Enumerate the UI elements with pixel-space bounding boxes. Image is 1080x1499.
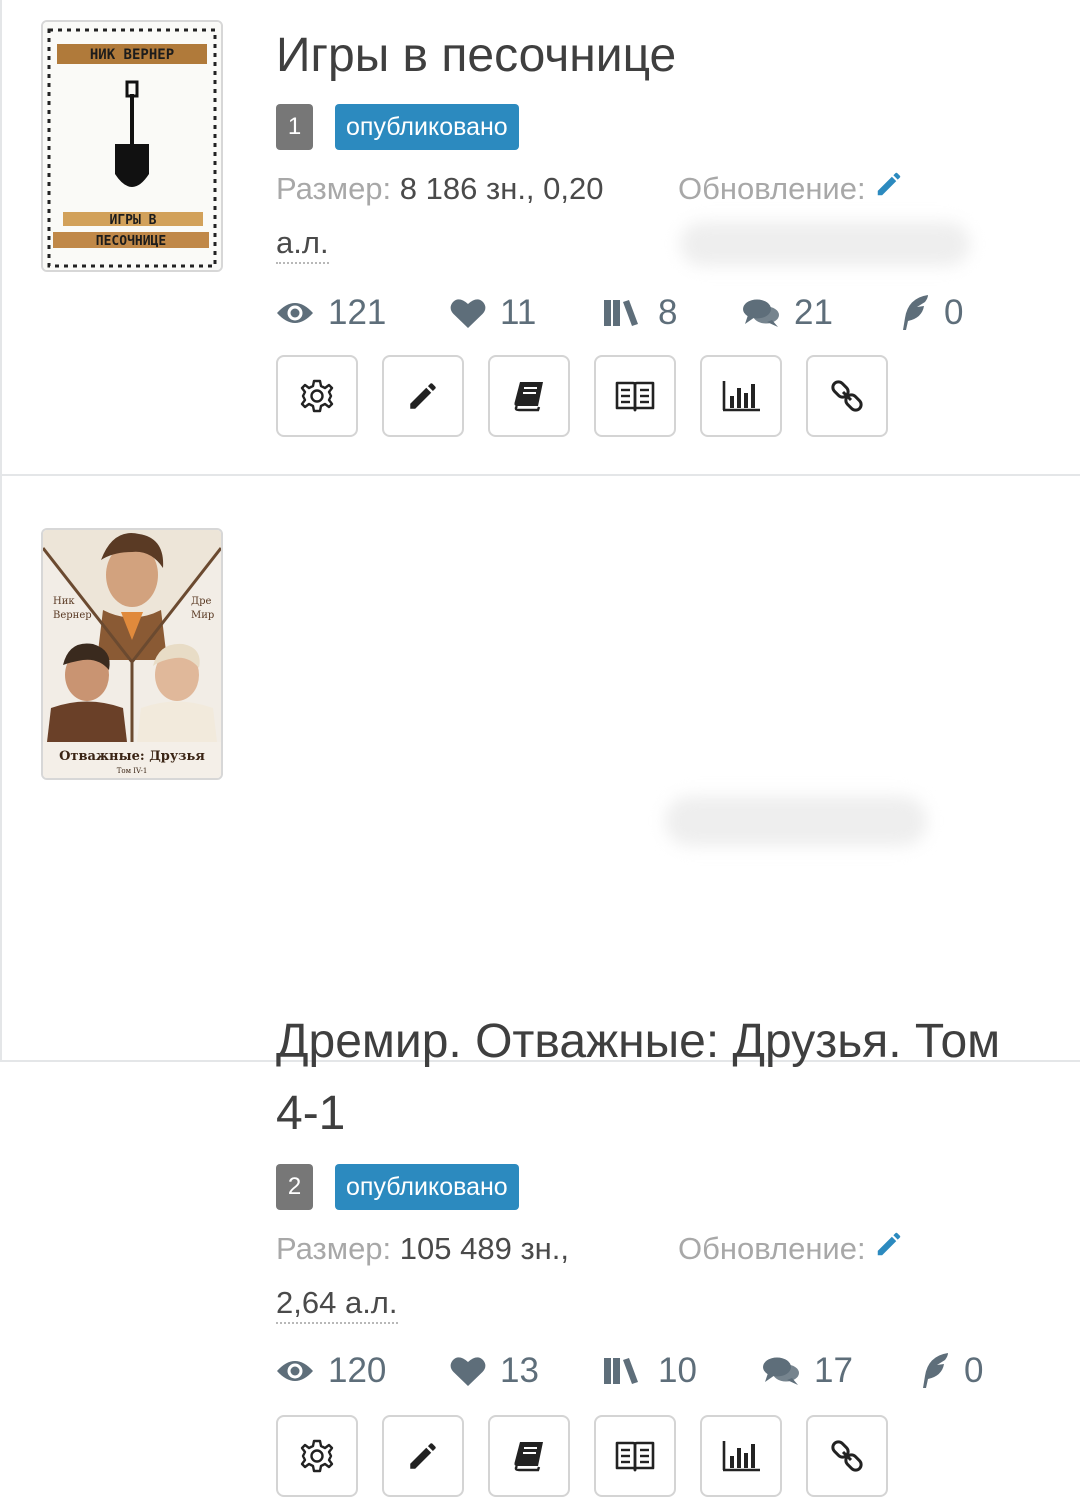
update-label: Обновление: [678, 1231, 866, 1266]
views-count: 120 [328, 1351, 387, 1390]
heart-icon [450, 299, 486, 328]
cover-image-sandbox: НИК ВЕРНЕР ИГРЫ В ПЕСОЧНИЦЕ [43, 22, 221, 270]
link-icon [831, 1440, 863, 1472]
book-icon [514, 382, 543, 412]
views-stat: 120 [276, 1341, 386, 1401]
rewards-stat: 0 [898, 283, 963, 343]
svg-text:Том IV-1: Том IV-1 [117, 767, 148, 775]
gear-icon [300, 1439, 334, 1473]
book-stats: 120 13 10 17 0 [276, 1341, 1036, 1401]
svg-text:Вернер: Вернер [53, 610, 92, 621]
library-stat: 10 [604, 1341, 697, 1401]
statistics-button[interactable] [700, 355, 782, 437]
feather-icon [903, 295, 928, 330]
book-title[interactable]: Дремир. Отважные: Друзья. Том 4-1 [276, 1006, 1056, 1150]
link-icon [831, 380, 863, 412]
bar-chart-icon [722, 381, 760, 412]
size-author-sheets[interactable]: а.л. [276, 225, 329, 264]
edit-button[interactable] [382, 355, 464, 437]
comments-stat: 17 [762, 1341, 853, 1401]
book-stats: 121 11 8 21 0 [276, 283, 1036, 343]
comments-icon [743, 299, 779, 327]
likes-stat: 13 [450, 1341, 539, 1401]
status-badge: опубликовано [335, 104, 519, 150]
pencil-icon[interactable] [874, 171, 904, 206]
svg-text:Отважные: Друзья: Отважные: Друзья [59, 749, 205, 764]
status-badge: опубликовано [335, 1164, 519, 1210]
open-book-icon [615, 381, 655, 412]
svg-text:ПЕСОЧНИЦЕ: ПЕСОЧНИЦЕ [96, 234, 166, 249]
library-count: 8 [658, 293, 678, 332]
likes-count: 13 [500, 1351, 539, 1390]
eye-icon [277, 303, 313, 323]
library-count: 10 [658, 1351, 697, 1390]
svg-text:НИК ВЕРНЕР: НИК ВЕРНЕР [90, 47, 174, 63]
bar-chart-icon [722, 1441, 760, 1472]
books-icon [604, 1358, 638, 1384]
card-border [0, 0, 2, 474]
pencil-icon [410, 383, 436, 409]
library-stat: 8 [604, 283, 677, 343]
likes-stat: 11 [450, 283, 536, 343]
svg-text:Ник: Ник [53, 596, 75, 607]
read-button[interactable] [594, 1415, 676, 1497]
rewards-stat: 0 [918, 1341, 983, 1401]
settings-button[interactable] [276, 355, 358, 437]
card-border [0, 476, 2, 1060]
size-info: Размер: 105 489 зн., 2,64 а.л. [276, 1222, 636, 1330]
book-card: Ник Вернер Дре Мир Отважные: Друзья Том … [0, 476, 1080, 1497]
size-label: Размер: [276, 171, 392, 206]
size-value: 8 186 зн., 0,20 [399, 171, 604, 206]
statistics-button[interactable] [700, 1415, 782, 1497]
book-cover[interactable]: НИК ВЕРНЕР ИГРЫ В ПЕСОЧНИЦЕ [41, 20, 223, 272]
book-icon [514, 1442, 543, 1472]
chapters-button[interactable] [488, 1415, 570, 1497]
book-title[interactable]: Игры в песочнице [276, 20, 1056, 92]
size-author-sheets[interactable]: 2,64 а.л. [276, 1285, 398, 1324]
order-badge: 2 [276, 1164, 313, 1210]
books-icon [604, 300, 638, 326]
svg-text:Мир: Мир [191, 610, 214, 621]
update-label: Обновление: [678, 171, 866, 206]
size-label: Размер: [276, 1231, 392, 1266]
rewards-count: 0 [944, 293, 964, 332]
eye-icon [277, 1361, 313, 1381]
open-book-icon [615, 1441, 655, 1472]
update-info: Обновление: [678, 1222, 904, 1276]
chapters-button[interactable] [488, 355, 570, 437]
redacted-date [665, 796, 927, 846]
edit-button[interactable] [382, 1415, 464, 1497]
comments-count: 17 [814, 1351, 853, 1390]
views-stat: 121 [276, 283, 386, 343]
settings-button[interactable] [276, 1415, 358, 1497]
book-card: НИК ВЕРНЕР ИГРЫ В ПЕСОЧНИЦЕ Игры в песоч… [0, 0, 1080, 476]
rewards-count: 0 [964, 1351, 984, 1390]
redacted-date [680, 222, 970, 266]
comments-icon [763, 1357, 799, 1385]
size-info: Размер: 8 186 зн., 0,20 а.л. [276, 162, 636, 270]
likes-count: 11 [500, 293, 537, 332]
size-value: 105 489 зн., [399, 1231, 570, 1266]
svg-text:Дре: Дре [191, 596, 212, 607]
cover-image-bravefriends: Ник Вернер Дре Мир Отважные: Друзья Том … [43, 530, 221, 778]
book-cover[interactable]: Ник Вернер Дре Мир Отважные: Друзья Том … [41, 528, 223, 780]
link-button[interactable] [806, 355, 888, 437]
update-info: Обновление: [678, 162, 904, 216]
link-button[interactable] [806, 1415, 888, 1497]
comments-count: 21 [794, 293, 833, 332]
gear-icon [300, 379, 334, 413]
pencil-icon[interactable] [874, 1231, 904, 1266]
feather-icon [923, 1353, 948, 1388]
svg-text:ИГРЫ В: ИГРЫ В [110, 213, 157, 228]
pencil-icon [410, 1443, 436, 1469]
heart-icon [450, 1357, 486, 1386]
order-badge: 1 [276, 104, 313, 150]
comments-stat: 21 [742, 283, 833, 343]
views-count: 121 [328, 293, 387, 332]
read-button[interactable] [594, 355, 676, 437]
